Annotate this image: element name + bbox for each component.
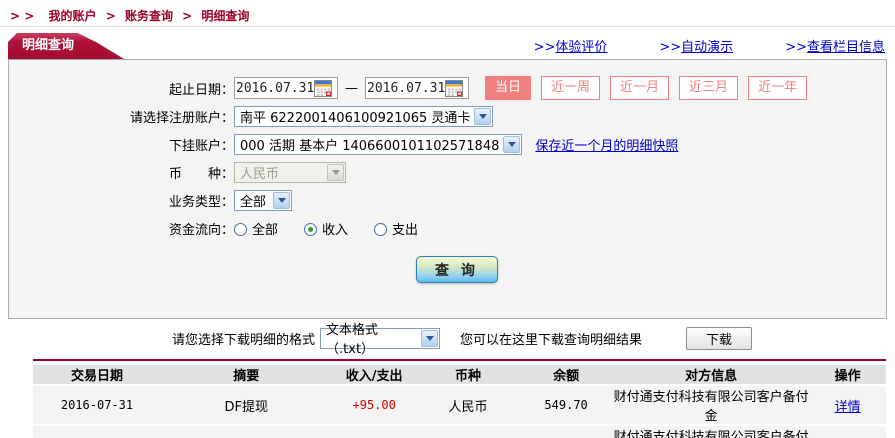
link-prefix: >>: [533, 40, 556, 55]
quick-range-3months-button[interactable]: 近三月: [679, 76, 739, 100]
download-button[interactable]: 下载: [686, 326, 753, 350]
fund-flow-label: 资金流向：: [168, 222, 234, 238]
date-from-field: [234, 77, 338, 99]
register-account-label: 请选择注册账户：: [129, 110, 234, 126]
sub-account-select[interactable]: 000 活期 基本户 1406600101102571848: [234, 133, 523, 155]
cell-balance: 454.70: [519, 426, 614, 438]
business-type-row: 业务类型： 全部: [9, 188, 886, 212]
breadcrumb-arrows: > >: [10, 9, 35, 23]
flow-option-all[interactable]: 全部: [234, 219, 278, 238]
cell-currency: 人民币: [416, 386, 520, 424]
calendar-icon[interactable]: [445, 79, 463, 97]
date-range-dash: —: [345, 80, 358, 96]
register-account-row: 请选择注册账户： 南平 6222001406100921065 灵通卡: [9, 104, 886, 128]
detail-link[interactable]: 详情: [835, 400, 861, 415]
chevron-down-icon: [327, 163, 344, 181]
link-auto-demo[interactable]: >>自动演示: [659, 36, 733, 55]
quick-range-week-button[interactable]: 近一周: [541, 76, 601, 100]
download-row: 请您选择下载明细的格式 文本格式（.txt） 您可以在这里下载查询明细结果 下载: [0, 319, 895, 357]
tab-detail-query[interactable]: 明细查询: [8, 33, 124, 59]
date-range-row: 起止日期： —: [9, 76, 886, 100]
results-table: 交易日期 摘要 收入/支出 币种 余额 对方信息 操作 2016-07-31 D…: [33, 359, 886, 438]
business-type-label: 业务类型：: [168, 194, 234, 210]
business-type-select[interactable]: 全部: [234, 189, 292, 211]
chevron-down-icon: [503, 135, 521, 153]
download-format-label: 请您选择下载明细的格式: [172, 332, 316, 348]
quick-range-month-button[interactable]: 近一月: [610, 76, 670, 100]
breadcrumb-item-detail-query[interactable]: 明细查询: [201, 9, 249, 23]
download-hint: 您可以在这里下载查询明细结果: [460, 332, 643, 348]
fund-flow-row: 资金流向： 全部 收入 支出: [9, 216, 886, 240]
currency-select: 人民币: [234, 161, 346, 183]
breadcrumb-separator: >: [182, 9, 193, 23]
radio-icon[interactable]: [234, 222, 247, 236]
query-form-panel: 起止日期： —: [8, 59, 887, 319]
quick-range-year-button[interactable]: 近一年: [748, 76, 808, 100]
col-header-amount: 收入/支出: [331, 365, 417, 384]
breadcrumb-item-account-query[interactable]: 账务查询: [125, 9, 173, 23]
radio-selected-icon[interactable]: [304, 222, 318, 236]
col-header-balance: 余额: [519, 365, 614, 384]
calendar-icon[interactable]: [314, 79, 332, 97]
cell-amount: +185.00: [331, 426, 417, 438]
flow-option-income[interactable]: 收入: [304, 219, 348, 238]
flow-option-expense[interactable]: 支出: [374, 219, 418, 238]
download-format-select[interactable]: 文本格式（.txt）: [320, 323, 441, 357]
breadcrumb-separator: >: [105, 9, 116, 23]
link-experience-review[interactable]: >>体验评价: [534, 36, 608, 55]
cell-summary: DF提现: [160, 426, 332, 438]
cell-currency: 人民币: [416, 426, 520, 438]
table-row: 2016-07-31 DF提现 +95.00 人民币 549.70 财付通支付科…: [33, 386, 886, 424]
link-prefix: >>: [659, 40, 682, 55]
date-to-input[interactable]: [367, 79, 445, 97]
chevron-down-icon: [421, 329, 439, 347]
col-header-action: 操作: [809, 365, 886, 384]
breadcrumb-item-my-account[interactable]: 我的账户: [48, 9, 96, 23]
cell-date: 2016-07-31: [33, 426, 161, 438]
table-row: 2016-07-31 DF提现 +185.00 人民币 454.70 财付通支付…: [33, 426, 886, 438]
currency-label: 币 种：: [168, 166, 234, 182]
sub-account-row: 下挂账户： 000 活期 基本户 1406600101102571848 保存近…: [9, 132, 886, 156]
save-snapshot-link[interactable]: 保存近一个月的明细快照: [535, 135, 678, 154]
date-from-input[interactable]: [236, 79, 314, 97]
radio-icon[interactable]: [374, 222, 388, 236]
date-to-field: [365, 77, 469, 99]
tab-bar: 明细查询 >>体验评价 >>自动演示 >>查看栏目信息: [0, 27, 895, 59]
query-button[interactable]: 查 询: [416, 256, 498, 283]
cell-counterparty: 财付通支付科技有限公司客户备付金: [613, 426, 810, 438]
date-range-label: 起止日期：: [168, 82, 234, 98]
link-prefix: >>: [785, 40, 807, 55]
cell-balance: 549.70: [519, 386, 614, 424]
chevron-down-icon: [273, 191, 290, 209]
col-header-currency: 币种: [416, 365, 520, 384]
cell-amount: +95.00: [331, 386, 417, 424]
header-links: >>体验评价 >>自动演示 >>查看栏目信息: [534, 36, 885, 55]
register-account-select[interactable]: 南平 6222001406100921065 灵通卡: [234, 105, 494, 127]
cell-date: 2016-07-31: [33, 386, 161, 424]
cell-counterparty: 财付通支付科技有限公司客户备付金: [613, 386, 810, 424]
sub-account-label: 下挂账户：: [168, 138, 234, 154]
currency-row: 币 种： 人民币: [9, 160, 886, 184]
link-view-column-info[interactable]: >>查看栏目信息: [785, 36, 885, 55]
breadcrumb: > > 我的账户 > 账务查询 > 明细查询: [0, 0, 895, 27]
col-header-counterparty: 对方信息: [613, 365, 810, 384]
table-header-row: 交易日期 摘要 收入/支出 币种 余额 对方信息 操作: [33, 365, 886, 384]
cell-summary: DF提现: [160, 386, 332, 424]
col-header-summary: 摘要: [160, 365, 332, 384]
col-header-date: 交易日期: [33, 365, 161, 384]
chevron-down-icon: [474, 107, 492, 125]
quick-range-today-button[interactable]: 当日: [485, 76, 532, 100]
